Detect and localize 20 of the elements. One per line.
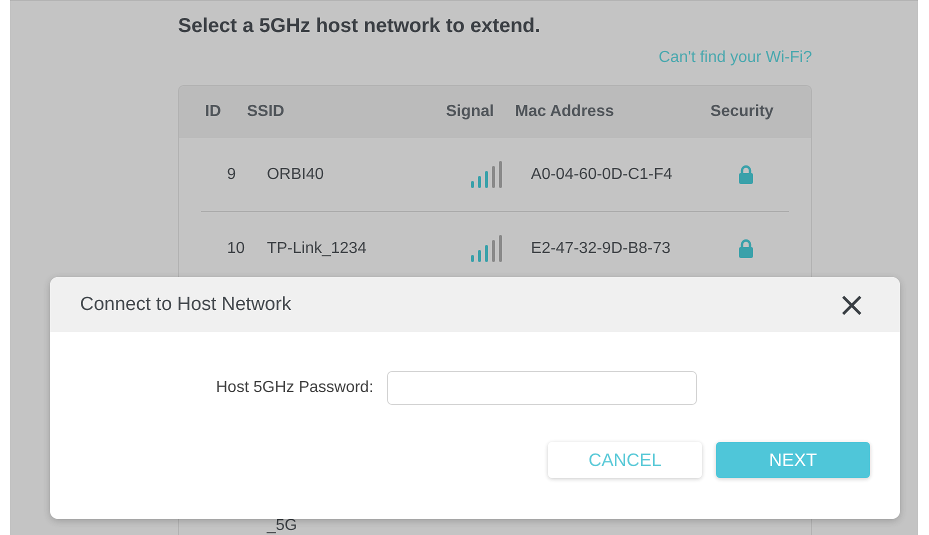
table-cell-text: TP-Link_1234 xyxy=(266,240,368,258)
table-cell-text: _5G xyxy=(266,517,298,535)
lock-icon xyxy=(738,165,754,184)
dialog-title: Connect to Host Network xyxy=(80,294,292,316)
table-cell-text: ORBI40 xyxy=(266,166,325,184)
network-row[interactable]: 9 ORBI40 A0-04-60-0D-C1-F4 xyxy=(201,138,789,212)
column-header: ID xyxy=(204,103,222,121)
table-cell-text: E2-47-32-9D-B8-73 xyxy=(530,240,672,258)
table-cell-text: 9 xyxy=(226,166,237,184)
column-header: Signal xyxy=(444,103,495,121)
page-heading: Select a 5GHz host network to extend. xyxy=(178,15,542,39)
column-header: Security xyxy=(709,103,775,121)
table-cell-text: A0-04-60-0D-C1-F4 xyxy=(530,166,674,184)
table-cell-text: 10 xyxy=(226,240,246,258)
password-field[interactable] xyxy=(387,371,698,405)
lock-icon xyxy=(738,239,754,258)
close-button[interactable]: × xyxy=(834,290,870,320)
column-header: Mac Address xyxy=(514,103,615,121)
column-header: SSID xyxy=(247,103,286,121)
field-label: Host 5GHz Password: xyxy=(216,379,374,397)
